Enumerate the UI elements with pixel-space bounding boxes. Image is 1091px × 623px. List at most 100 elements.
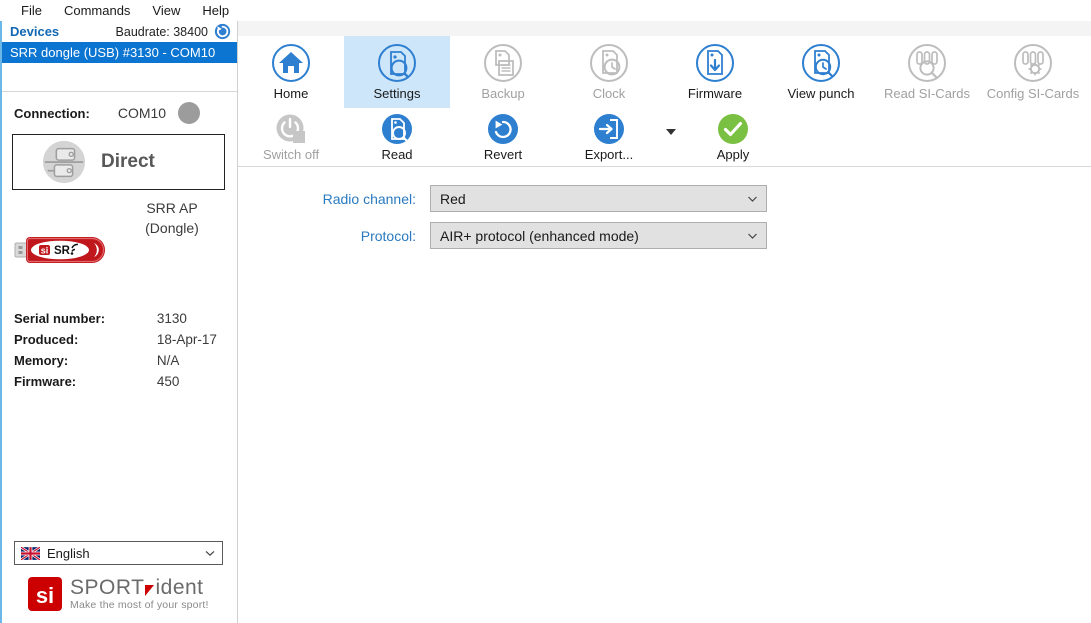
tab-home[interactable]: Home [238, 36, 344, 108]
menu-item-view[interactable]: View [141, 0, 191, 21]
brand-word-ident: ident [155, 576, 204, 599]
form-row-radio-channel: Radio channel: Red [238, 185, 1091, 212]
form-row-protocol: Protocol: AIR+ protocol (enhanced mode) [238, 222, 1091, 249]
tab-config-si-cards-label: Config SI-Cards [986, 86, 1080, 101]
info-value-firmware: 450 [156, 374, 180, 389]
tab-backup-label: Backup [481, 86, 525, 101]
tab-backup[interactable]: Backup [450, 36, 556, 108]
sportident-mark-icon: si [28, 577, 62, 611]
info-value-serial: 3130 [156, 311, 187, 326]
radio-channel-value: Red [440, 190, 466, 207]
brand-word-sport: SPORT [70, 576, 145, 599]
svg-text:si: si [36, 583, 54, 608]
refresh-icon[interactable] [214, 23, 231, 40]
view-punch-icon [801, 43, 841, 83]
tab-settings[interactable]: Settings [344, 36, 450, 108]
settings-icon [377, 43, 417, 83]
button-apply[interactable]: Apply [680, 108, 786, 166]
uk-flag-icon [20, 545, 41, 561]
tab-config-si-cards[interactable]: Config SI-Cards [980, 36, 1086, 108]
radio-channel-select[interactable]: Red [430, 185, 767, 212]
tab-settings-label: Settings [373, 86, 421, 101]
power-icon [274, 112, 308, 146]
table-row: Produced: 18-Apr-17 [14, 329, 237, 350]
radio-channel-label: Radio channel: [322, 190, 416, 207]
read-si-cards-icon [907, 43, 947, 83]
apply-icon [716, 112, 750, 146]
info-key-firmware: Firmware: [14, 374, 77, 389]
direct-label: Direct [101, 151, 155, 172]
firmware-icon [695, 43, 735, 83]
info-key-memory: Memory: [14, 353, 69, 368]
menu-bar: File Commands View Help [0, 0, 1091, 21]
menu-item-file[interactable]: File [10, 0, 53, 21]
brand-tagline: Make the most of your sport! [70, 599, 209, 611]
device-info-table: Serial number: 3130 Produced: 18-Apr-17 … [14, 308, 237, 392]
tab-clock-label: Clock [592, 86, 626, 101]
connection-status-indicator [178, 102, 201, 124]
connection-value: COM10 [117, 105, 167, 121]
tab-view-punch-label: View punch [787, 86, 855, 101]
button-read-label: Read [381, 147, 413, 162]
chevron-down-icon[interactable] [204, 547, 216, 559]
protocol-label: Protocol: [360, 227, 416, 244]
home-icon [271, 43, 311, 83]
chevron-down-icon[interactable] [746, 229, 759, 242]
srr-usb-dongle-icon: si SR [14, 232, 114, 268]
tab-firmware[interactable]: Firmware [662, 36, 768, 108]
caret-down-icon[interactable] [662, 108, 680, 166]
button-revert-label: Revert [483, 147, 523, 162]
language-select[interactable]: English [14, 541, 223, 565]
button-apply-label: Apply [716, 147, 750, 162]
table-row: Memory: N/A [14, 350, 237, 371]
connection-row: Connection: COM10 [2, 92, 237, 130]
devices-title: Devices [10, 24, 60, 39]
button-export-label: Export... [584, 147, 634, 162]
protocol-select[interactable]: AIR+ protocol (enhanced mode) [430, 222, 767, 249]
protocol-value: AIR+ protocol (enhanced mode) [440, 227, 639, 244]
tab-view-punch[interactable]: View punch [768, 36, 874, 108]
connection-label: Connection: [14, 105, 90, 121]
tab-clock[interactable]: Clock [556, 36, 662, 108]
application-window: File Commands View Help Devices Baudrate… [0, 0, 1091, 623]
config-si-cards-icon [1013, 43, 1053, 83]
device-list-item-selected[interactable]: SRR dongle (USB) #3130 - COM10 [2, 42, 237, 63]
read-icon [380, 112, 414, 146]
info-key-serial: Serial number: [14, 311, 106, 326]
devices-header: Devices Baudrate: 38400 [2, 21, 237, 42]
clock-icon [589, 43, 629, 83]
info-key-produced: Produced: [14, 332, 79, 347]
dongle-caption-line2: (Dongle) [145, 220, 199, 236]
tab-home-label: Home [273, 86, 309, 101]
sportident-wordmark: SPORT ident Make the most of your sport! [70, 576, 209, 612]
revert-icon [486, 112, 520, 146]
device-list-empty-area [2, 63, 237, 91]
language-value: English [47, 545, 90, 561]
menu-item-commands[interactable]: Commands [53, 0, 141, 21]
svg-text:SR: SR [54, 245, 71, 257]
chevron-down-icon[interactable] [746, 192, 759, 205]
tab-firmware-label: Firmware [687, 86, 743, 101]
device-direct-icon [41, 139, 87, 185]
dongle-area: SRR AP (Dongle) si SR [2, 196, 237, 272]
backup-icon [483, 43, 523, 83]
button-switch-off-label: Switch off [262, 147, 320, 162]
button-export[interactable]: Export... [556, 108, 662, 166]
export-icon [592, 112, 626, 146]
sidebar: Devices Baudrate: 38400 SRR dongle (USB)… [0, 21, 238, 623]
ribbon-tabs: Home Settings Backup Clock Firmware View… [238, 36, 1091, 108]
dongle-caption-line1: SRR AP [146, 200, 198, 216]
table-row: Serial number: 3130 [14, 308, 237, 329]
tab-read-si-cards[interactable]: Read SI-Cards [874, 36, 980, 108]
svg-text:si: si [41, 245, 49, 255]
ribbon-top-strip [238, 21, 1091, 36]
direct-connection-button[interactable]: Direct [12, 134, 225, 190]
menu-item-help[interactable]: Help [191, 0, 240, 21]
ribbon-actions: Switch off Read Revert Export... Apply [238, 108, 1091, 167]
button-switch-off[interactable]: Switch off [238, 108, 344, 166]
button-revert[interactable]: Revert [450, 108, 556, 166]
dongle-caption: SRR AP (Dongle) [112, 198, 232, 238]
table-row: Firmware: 450 [14, 371, 237, 392]
button-read[interactable]: Read [344, 108, 450, 166]
